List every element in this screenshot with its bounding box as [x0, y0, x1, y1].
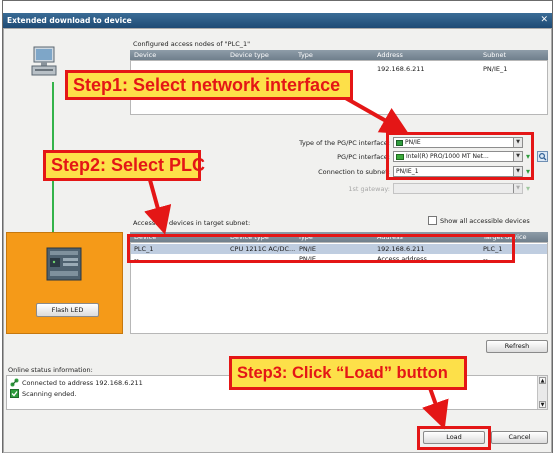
step2-callout: Step2: Select PLC [43, 150, 205, 181]
pgpc-interface-label: PG/PC interface: [337, 153, 390, 161]
pgpc-computer-icon [30, 45, 58, 79]
refresh-button[interactable]: Refresh [486, 340, 548, 353]
cancel-button[interactable]: Cancel [491, 431, 548, 444]
plc-row-highlight-box [127, 234, 515, 263]
show-all-checkbox[interactable] [428, 216, 437, 225]
connection-subnet-label: Connection to subnet: [318, 168, 390, 176]
check-icon [10, 389, 19, 398]
subnet-cell: PN/IE_1 [483, 65, 508, 73]
first-gateway-label: 1st gateway: [348, 185, 390, 193]
col-subnet[interactable]: Subnet [483, 50, 506, 60]
flash-led-button[interactable]: Flash LED [36, 303, 99, 317]
cropped-heading [85, 0, 335, 13]
step1-callout: Step1: Select network interface [65, 70, 353, 100]
configured-table-header: Device Device type Type Address Subnet [130, 50, 548, 60]
scroll-up-icon[interactable]: ▲ [539, 377, 546, 384]
pgpc-type-label: Type of the PG/PC interface: [299, 139, 390, 147]
load-highlight-box [417, 426, 491, 450]
show-all-label[interactable]: Show all accessible devices [440, 217, 530, 225]
status-scrollbar[interactable]: ▲ ▼ [537, 376, 547, 409]
col-device[interactable]: Device [134, 50, 156, 60]
address-cell: 192.168.6.211 [377, 65, 425, 73]
close-icon[interactable]: ✕ [540, 13, 548, 28]
dialog-title: Extended download to device [7, 16, 132, 25]
dialog-title-bar: Extended download to device ✕ [3, 13, 552, 28]
link-icon [10, 378, 19, 387]
interface-properties-icon[interactable] [537, 151, 548, 162]
gateway-status-icon: ▾ [526, 184, 531, 193]
online-status-label: Online status information: [8, 366, 93, 374]
accessible-devices-label: Accessible devices in target subnet: [133, 219, 251, 227]
col-address[interactable]: Address [377, 50, 403, 60]
step3-callout: Step3: Click “Load” button [229, 356, 467, 390]
status-line: Scanning ended. [22, 390, 77, 398]
col-type[interactable]: Type [298, 50, 313, 60]
chevron-down-icon: ▼ [513, 184, 522, 193]
interface-highlight-box [386, 132, 534, 180]
configured-nodes-label: Configured access nodes of "PLC_1" [133, 40, 251, 48]
col-device-type[interactable]: Device type [230, 50, 269, 60]
status-line: Connected to address 192.168.6.211 [22, 379, 143, 387]
scroll-down-icon[interactable]: ▼ [539, 401, 546, 408]
first-gateway-select: ▼ [393, 183, 523, 194]
plc-device-icon [46, 247, 82, 281]
